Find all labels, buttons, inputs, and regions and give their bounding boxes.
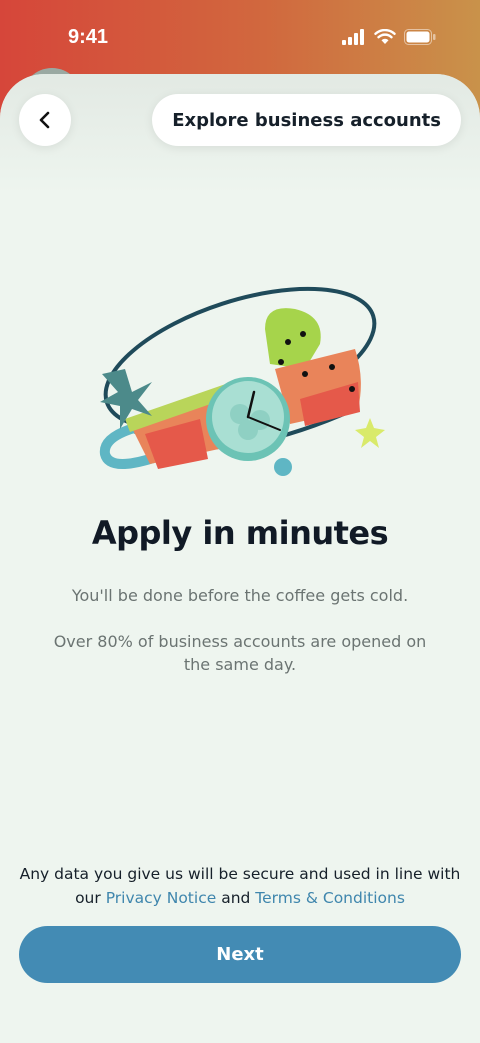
next-button[interactable]: Next — [19, 926, 461, 983]
bottom-sheet: Explore business accounts Apply in minut… — [0, 74, 480, 1043]
subtitle-line-2: Over 80% of business accounts are opened… — [53, 632, 427, 674]
watch-illustration — [99, 286, 385, 476]
battery-icon — [404, 29, 436, 45]
terms-conditions-link[interactable]: Terms & Conditions — [255, 889, 405, 907]
legal-notice: Any data you give us will be secure and … — [14, 862, 466, 910]
status-time: 9:41 — [68, 26, 109, 48]
wifi-icon — [374, 29, 396, 44]
legal-text-middle: and — [216, 889, 256, 907]
signal-icon — [342, 29, 364, 45]
status-bar: 9:41 — [0, 0, 480, 78]
privacy-notice-link[interactable]: Privacy Notice — [106, 889, 217, 907]
subtitle-line-1: You'll be done before the coffee gets co… — [71, 586, 409, 605]
back-chevron-icon — [39, 111, 50, 129]
back-button[interactable] — [19, 94, 71, 146]
page-title: Apply in minutes — [91, 514, 389, 552]
status-icons — [342, 29, 436, 45]
explore-business-accounts-button[interactable]: Explore business accounts — [152, 94, 461, 146]
